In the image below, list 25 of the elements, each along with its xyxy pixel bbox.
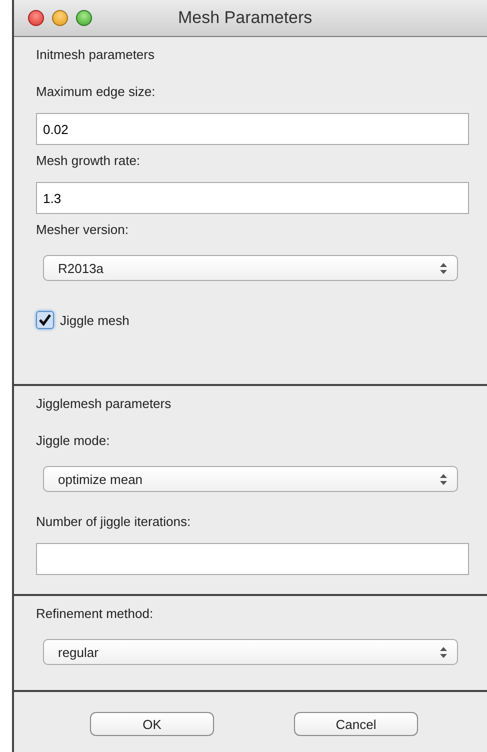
checkbox[interactable] (36, 311, 54, 329)
dropdown[interactable]: optimize mean (43, 466, 458, 492)
field-label: Mesher version: (36, 222, 130, 237)
dropdown[interactable]: regular (43, 639, 458, 665)
input-field[interactable] (36, 543, 469, 575)
dropdown[interactable]: R2013a (43, 255, 458, 281)
field-label: Mesh growth rate: (36, 153, 142, 168)
zoom-button[interactable] (76, 10, 92, 26)
field-label: Maximum edge size: (36, 84, 156, 99)
dialog-button[interactable]: OK (90, 712, 214, 736)
input-field[interactable]: 0.02 (36, 113, 469, 145)
dialog-button[interactable]: Cancel (294, 712, 418, 736)
input-field[interactable]: 1.3 (36, 182, 469, 214)
stepper-icon (440, 474, 447, 484)
field-label: Number of jiggle iterations: (36, 514, 192, 529)
panel-title: Initmesh parameters (36, 47, 156, 62)
panel-title: Jigglemesh parameters (36, 396, 172, 411)
stepper-icon (440, 262, 447, 274)
minimize-button[interactable] (52, 10, 68, 26)
checkbox-label: Jiggle mesh (60, 312, 130, 328)
window-title: Mesh Parameters (178, 8, 312, 28)
field-label: Jiggle mode: (36, 433, 111, 448)
close-button[interactable] (28, 10, 44, 26)
stepper-icon (440, 646, 447, 658)
field-label: Refinement method: (36, 606, 154, 621)
